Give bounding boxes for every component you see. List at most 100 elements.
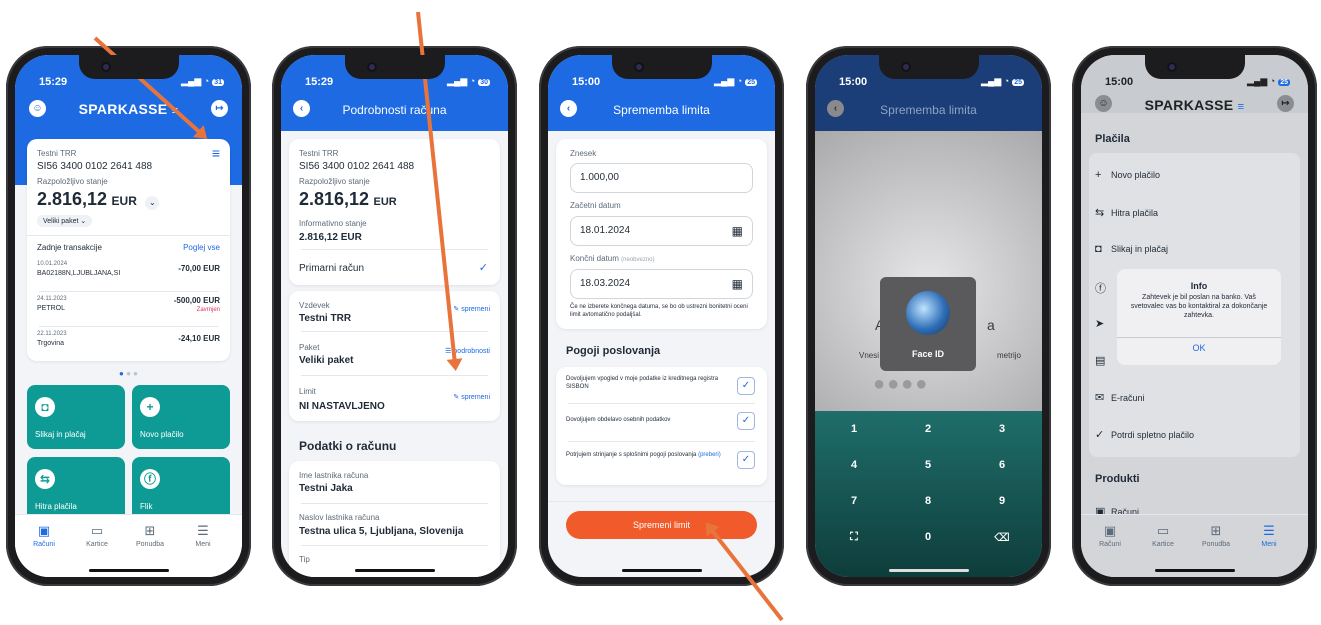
battery-icon: 25 (1278, 79, 1290, 86)
key-2[interactable]: 2 (903, 423, 953, 435)
key-1[interactable]: 1 (829, 423, 879, 435)
checkbox-personal-data[interactable]: ✓ (737, 412, 755, 430)
menu-item-quick-payments[interactable]: ⇆ Hitra plačila (1095, 206, 1158, 219)
section-payments: Plačila (1095, 133, 1130, 145)
account-settings-card: Vzdevek Testni TRR ✎ spremeni Paket Veli… (289, 291, 500, 421)
backspace-icon[interactable]: ⌫ (977, 531, 1027, 544)
tab-cards[interactable]: ▭ Kartice (72, 523, 122, 548)
bg-label-right: metrijo (997, 351, 1022, 360)
start-date-input[interactable]: 18.01.2024 ▦ (570, 216, 753, 246)
key-3[interactable]: 3 (977, 423, 1027, 435)
transaction-row[interactable]: 10.01.2024 BA02188N,LJUBLJANA,SI -70,00 … (37, 261, 220, 289)
tab-offers[interactable]: ⊞ Ponudba (125, 523, 175, 548)
screen-menu: 15:00 ▂▄▆ ◔ 25 ☺ SPARKASSE ≡ ↦ Plačila + N… (1081, 55, 1308, 577)
accounts-icon: ▣ (37, 523, 51, 538)
menu-item-e-invoices[interactable]: ✉ E-računi (1095, 391, 1145, 404)
alias-label: Vzdevek (299, 301, 330, 310)
transaction-row[interactable]: 22.11.2023 Trgovina -24,10 EUR (37, 331, 220, 359)
key-0[interactable]: 0 (903, 531, 953, 543)
card-icon: ▭ (90, 523, 104, 538)
terms-title: Pogoji poslovanja (566, 345, 661, 357)
transactions-title: Zadnje transakcije (37, 243, 102, 252)
tile-scan-pay[interactable]: ◘ Slikaj in plačaj (27, 385, 125, 449)
ok-button[interactable]: OK (1117, 343, 1281, 353)
page-title: Sprememba limita (613, 103, 710, 117)
tab-offers[interactable]: ⊞ Ponudba (1191, 523, 1241, 548)
read-terms-link[interactable]: (preberi) (698, 452, 721, 458)
chevron-down-icon[interactable]: ⌄ (145, 196, 160, 210)
menu-item-flik[interactable]: ⓕ (1095, 280, 1111, 296)
menu-lines-icon[interactable]: ≡ (212, 145, 220, 161)
bg-label-left: Vnesi (859, 351, 880, 360)
send-icon: ➤ (1095, 318, 1105, 330)
limit-edit-link[interactable]: ✎ spremeni (453, 393, 490, 401)
tab-menu[interactable]: ☰ Meni (178, 523, 228, 548)
check-icon[interactable]: ✓ (479, 261, 488, 274)
key-4[interactable]: 4 (829, 459, 879, 471)
transaction-row[interactable]: 24.11.2023 PETROL -500,00 EUR Zavrnjen (37, 296, 220, 324)
phone-face-id: 15:00 ▂▄▆ ◔ 25 ‹ Sprememba limita Vnesi m… (806, 46, 1051, 586)
checkbox-general-terms[interactable]: ✓ (737, 451, 755, 469)
menu-item-scan-pay[interactable]: ◘ Slikaj in plačaj (1095, 243, 1168, 255)
inbox-icon: ✉ (1095, 392, 1105, 404)
status-icons: ▂▄▆ ◔ 25 (981, 76, 1024, 86)
primary-account: Primarni račun (299, 263, 365, 274)
face-id-label: Face ID (911, 349, 944, 359)
tab-bar: ▣ Računi ▭ Kartice ⊞ Ponudba ☰ Meni (1081, 514, 1308, 577)
screen-account-details: 15:29 ▂▄▆ ◔ 30 ‹ Podrobnosti računa Testn… (281, 55, 508, 577)
key-8[interactable]: 8 (903, 495, 953, 507)
tile-quick-payments[interactable]: ⇆ Hitra plačila (27, 457, 125, 521)
tab-accounts[interactable]: ▣ Računi (1085, 523, 1135, 548)
term-general: Potrjujem strinjanje s splošnimi pogoji … (566, 452, 721, 458)
accounts-icon: ▣ (1103, 523, 1117, 538)
account-info-card: Testni TRR SI56 3400 0102 2641 488 Razpo… (289, 139, 500, 285)
package-chip[interactable]: Veliki paket ⌄ (37, 215, 93, 227)
calendar-icon[interactable]: ▦ (732, 270, 743, 298)
face-id-dialog: Face ID (880, 277, 976, 371)
account-name: Testni TRR (37, 149, 77, 158)
checkbox-sisbon[interactable]: ✓ (737, 377, 755, 395)
start-date-label: Začetni datum (570, 201, 621, 210)
status-time: 15:29 (39, 76, 68, 88)
menu-item-send[interactable]: ➤ (1095, 317, 1111, 330)
menu-item-confirm-web-payment[interactable]: ✓ Potrdi spletno plačilo (1095, 428, 1194, 441)
key-5[interactable]: 5 (903, 459, 953, 471)
plus-icon: + (1095, 169, 1102, 181)
account-iban: SI56 3400 0102 2641 488 (299, 161, 415, 172)
end-date-label: Končni datum (neobvezno) (570, 254, 655, 263)
package-label: Paket (299, 343, 320, 352)
address-value: Testna ulica 5, Ljubljana, Slovenija (299, 526, 464, 537)
info-value: 2.816,12 EUR (299, 232, 362, 243)
phone-menu: 15:00 ▂▄▆ ◔ 25 ☺ SPARKASSE ≡ ↦ Plačila + N… (1072, 46, 1317, 586)
end-date-note: Če ne izberete končnega datuma, se bo ob… (570, 304, 748, 318)
logout-icon[interactable]: ↦ (211, 100, 228, 117)
tab-menu[interactable]: ☰ Meni (1244, 523, 1294, 548)
tab-cards[interactable]: ▭ Kartice (1138, 523, 1188, 548)
limit-form-card: Znesek 1.000,00 Začetni datum 18.01.2024… (556, 139, 767, 329)
menu-item-doc[interactable]: ▤ (1095, 354, 1111, 367)
grid-icon: ⊞ (144, 523, 156, 538)
notch (78, 55, 179, 79)
logout-icon[interactable]: ↦ (1277, 95, 1294, 112)
key-7[interactable]: 7 (829, 495, 879, 507)
amount-label: Znesek (570, 149, 597, 158)
page-title: Sprememba limita (880, 103, 977, 117)
account-card[interactable]: Testni TRR ≡ SI56 3400 0102 2641 488 Raz… (27, 139, 230, 361)
amount-input[interactable]: 1.000,00 (570, 163, 753, 193)
menu-item-new-payment[interactable]: + Novo plačilo (1095, 169, 1160, 181)
tile-new-payment[interactable]: + Novo plačilo (132, 385, 230, 449)
status-time: 15:29 (305, 76, 334, 88)
tile-flik[interactable]: ⓕ Flik (132, 457, 230, 521)
end-date-input[interactable]: 18.03.2024 ▦ (570, 269, 753, 299)
status-icons: ▂▄▆ ◔ 31 (181, 76, 224, 86)
tab-accounts[interactable]: ▣ Računi (19, 523, 69, 548)
pin-dots: ●●●● (873, 373, 930, 395)
calendar-icon[interactable]: ▦ (732, 217, 743, 245)
alias-edit-link[interactable]: ✎ spremeni (453, 305, 490, 313)
view-all-link[interactable]: Poglej vse (183, 243, 220, 252)
change-limit-button[interactable]: Spremeni limit (566, 511, 757, 539)
key-6[interactable]: 6 (977, 459, 1027, 471)
face-scan-icon[interactable]: ⛶ (829, 531, 879, 544)
key-9[interactable]: 9 (977, 495, 1027, 507)
status-icons: ▂▄▆ ◔ 25 (1247, 76, 1290, 86)
